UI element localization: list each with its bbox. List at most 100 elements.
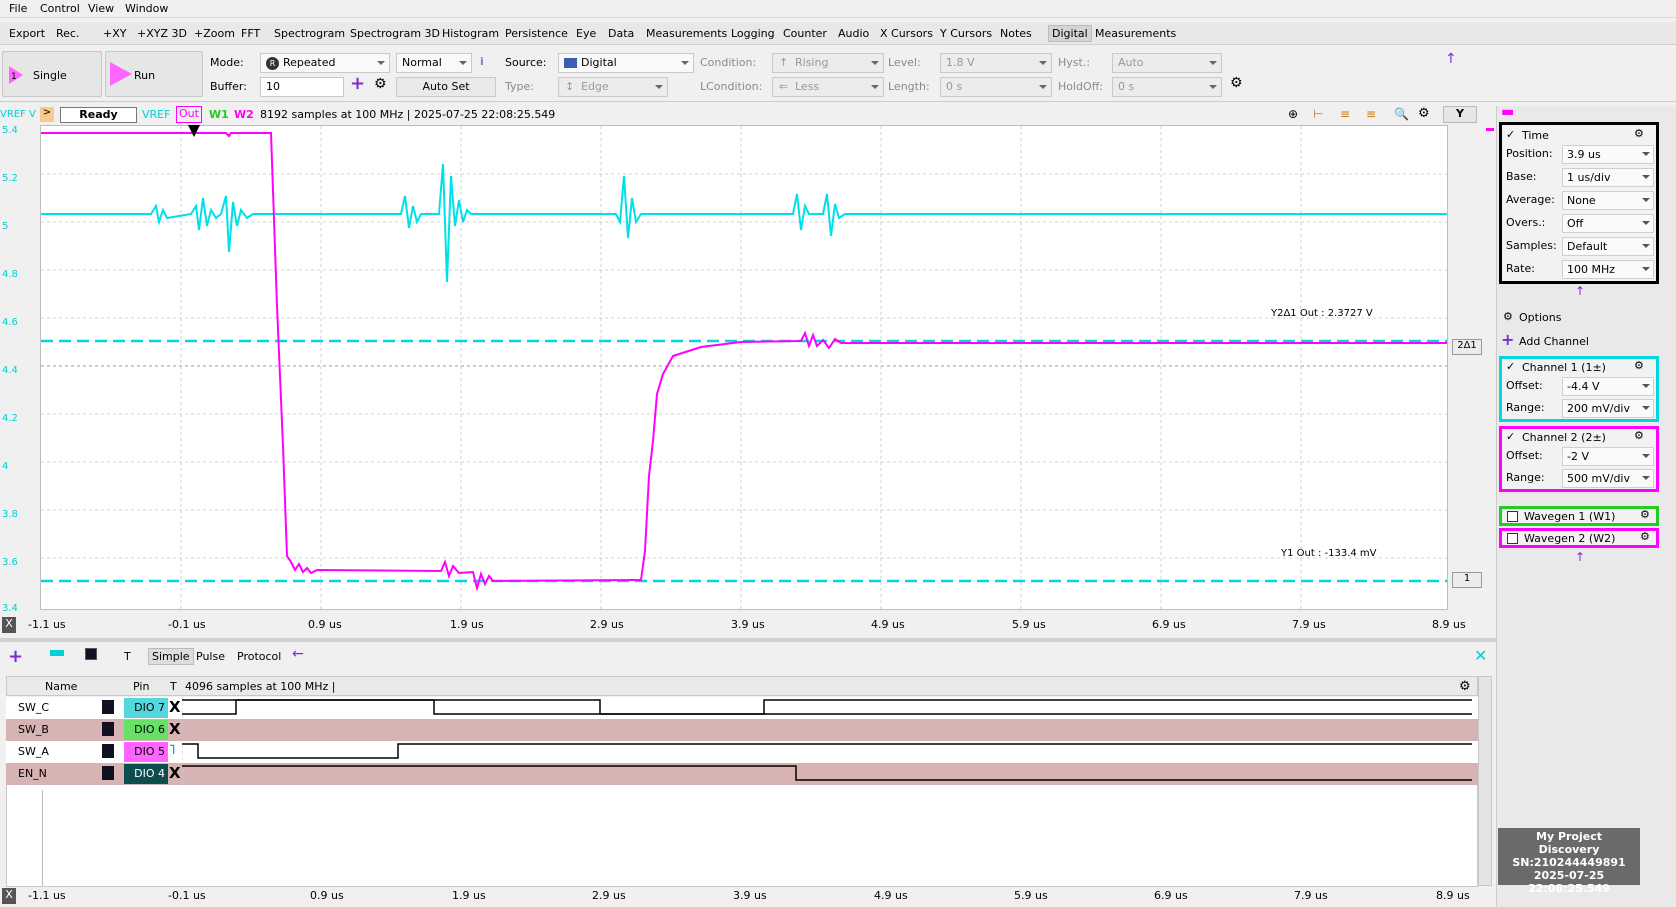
bus-icon[interactable] [50, 650, 64, 656]
toolbar-measurements-2[interactable]: Measurements [1095, 27, 1176, 40]
y1-cursor-tag[interactable]: 1 [1452, 572, 1482, 588]
single-button[interactable]: 1 Single [2, 51, 102, 97]
mode-select[interactable]: R Repeated [260, 53, 390, 73]
signal-trigger-x-icon[interactable]: X [169, 697, 181, 717]
rate-select[interactable]: 100 MHz [1562, 260, 1654, 279]
info-icon[interactable]: i [480, 55, 484, 68]
out-label[interactable]: Out [176, 106, 202, 123]
time-zoom-icon[interactable]: ⊢ [1313, 107, 1323, 121]
length-input[interactable]: 0 s [940, 77, 1052, 97]
add-buffer-icon[interactable]: + [350, 73, 365, 94]
x-axis-close-icon[interactable]: X [2, 617, 16, 633]
zoom-icon[interactable]: ⊕ [1288, 107, 1298, 121]
signal-trigger-fall-icon[interactable]: ˥ [169, 741, 176, 761]
toolbar-histogram[interactable]: Histogram [442, 27, 499, 40]
w2-label[interactable]: W2 [234, 108, 254, 121]
base-select[interactable]: 1 us/div [1562, 168, 1654, 187]
trigger-position-marker-icon[interactable] [188, 125, 200, 137]
type-select[interactable]: ↕ Edge [558, 77, 668, 97]
splitter[interactable] [0, 638, 1496, 642]
wavegen2-checkbox[interactable] [1507, 533, 1518, 544]
wavegen1-gear-icon[interactable]: ⚙ [1640, 508, 1650, 521]
hyst-input[interactable]: Auto [1112, 53, 1222, 73]
position-select[interactable]: 3.9 us [1562, 145, 1654, 164]
w1-label[interactable]: W1 [209, 108, 229, 121]
trigger-settings-gear-icon[interactable]: ⚙ [1230, 75, 1243, 91]
buffer-input[interactable]: 10 [260, 77, 344, 97]
toolbar-export[interactable]: Export [9, 27, 45, 40]
panel-collapse-icon[interactable]: ▬ [1501, 104, 1514, 120]
toolbar-logging[interactable]: Logging [731, 27, 775, 40]
magnifier-icon[interactable]: 🔍 [1394, 107, 1409, 121]
toolbar-spectrogram[interactable]: Spectrogram [274, 27, 345, 40]
menu-window[interactable]: Window [125, 2, 168, 15]
trigger-t-button[interactable]: T [124, 650, 131, 663]
toolbar-data[interactable]: Data [608, 27, 634, 40]
toolbar-persistence[interactable]: Persistence [505, 27, 568, 40]
ch1-check-icon[interactable]: ✓ [1506, 360, 1515, 373]
ch2-check-icon[interactable]: ✓ [1506, 430, 1515, 443]
tab-protocol[interactable]: Protocol [237, 650, 281, 663]
holdoff-input[interactable]: 0 s [1112, 77, 1222, 97]
time-check-icon[interactable]: ✓ [1506, 128, 1515, 141]
toolbar-fft[interactable]: FFT [241, 27, 260, 40]
ch1-gear-icon[interactable]: ⚙ [1634, 359, 1644, 372]
run-button[interactable]: Run [105, 51, 203, 97]
digital-gear-icon[interactable]: ⚙ [1459, 679, 1471, 694]
signal-color-icon[interactable] [102, 700, 114, 714]
ch1-offset-select[interactable]: -4.4 V [1562, 377, 1654, 396]
vref-label[interactable]: VREF [142, 108, 170, 121]
menu-view[interactable]: View [88, 2, 114, 15]
wavegen1-row[interactable]: Wavegen 1 (W1) ⚙ [1499, 506, 1659, 526]
digital-x-close-icon[interactable]: X [2, 888, 16, 904]
add-signal-icon[interactable]: + [8, 646, 23, 667]
signal-trigger-x-icon[interactable]: X [169, 763, 181, 783]
samples-select[interactable]: Default [1562, 237, 1654, 256]
signal-color-icon[interactable] [102, 722, 114, 736]
toolbar-counter[interactable]: Counter [783, 27, 827, 40]
channels-collapse-icon[interactable]: ↑ [1575, 550, 1585, 564]
y2-cursor-tag[interactable]: 2Δ1 [1452, 339, 1482, 355]
average-select[interactable]: None [1562, 191, 1654, 210]
level-input[interactable]: 1.8 V [940, 53, 1052, 73]
vgrid-icon[interactable]: ≡ [1366, 107, 1376, 121]
toolbar-xy[interactable]: +XY [103, 27, 126, 40]
toolbar-rec[interactable]: Rec. [56, 27, 79, 40]
ch2-gear-icon[interactable]: ⚙ [1634, 429, 1644, 442]
ch2-offset-select[interactable]: -2 V [1562, 447, 1654, 466]
scope-plot[interactable]: Y2Δ1 Out : 2.3727 V Y1 Out : -133.4 mV [40, 125, 1448, 610]
wavegen2-row[interactable]: Wavegen 2 (W2) ⚙ [1499, 528, 1659, 548]
toolbar-x-cursors[interactable]: X Cursors [880, 27, 933, 40]
toolbar-audio[interactable]: Audio [838, 27, 869, 40]
time-collapse-icon[interactable]: ↑ [1575, 284, 1585, 298]
wavegen1-checkbox[interactable] [1507, 511, 1518, 522]
options-row[interactable]: ⚙ Options [1499, 308, 1659, 328]
menu-control[interactable]: Control [40, 2, 80, 15]
collapse-arrow-icon[interactable]: ↑ [1445, 51, 1457, 67]
signal-color-icon[interactable] [102, 744, 114, 758]
add-channel-row[interactable]: + Add Channel [1499, 330, 1659, 352]
toolbar-eye[interactable]: Eye [576, 27, 596, 40]
trigger-arrow-icon[interactable]: > [40, 107, 54, 122]
source-select[interactable]: Digital [558, 53, 694, 73]
tab-pulse[interactable]: Pulse [196, 650, 225, 663]
back-arrow-icon[interactable]: ← [292, 646, 304, 662]
toolbar-y-cursors[interactable]: Y Cursors [940, 27, 992, 40]
close-panel-icon[interactable]: ✕ [1474, 646, 1487, 665]
hgrid-icon[interactable]: ≡ [1340, 107, 1350, 121]
toolbar-spectrogram3d[interactable]: Spectrogram 3D [350, 27, 440, 40]
digital-scrollbar[interactable] [1478, 676, 1492, 886]
channel-icon[interactable] [85, 648, 97, 660]
plot-gear-icon[interactable]: ⚙ [1418, 106, 1430, 121]
tab-simple[interactable]: Simple [148, 648, 194, 665]
ch2-range-select[interactable]: 500 mV/div [1562, 469, 1654, 488]
autoset-button[interactable]: Auto Set [396, 77, 496, 97]
toolbar-xyz3d[interactable]: +XYZ 3D [137, 27, 187, 40]
overs-select[interactable]: Off [1562, 214, 1654, 233]
toolbar-digital[interactable]: Digital [1048, 25, 1092, 42]
toolbar-measurements[interactable]: Measurements [646, 27, 727, 40]
time-gear-icon[interactable]: ⚙ [1634, 127, 1644, 140]
normal-select[interactable]: Normal [396, 53, 472, 73]
gear-icon[interactable]: ⚙ [374, 76, 387, 92]
wavegen2-gear-icon[interactable]: ⚙ [1640, 530, 1650, 543]
